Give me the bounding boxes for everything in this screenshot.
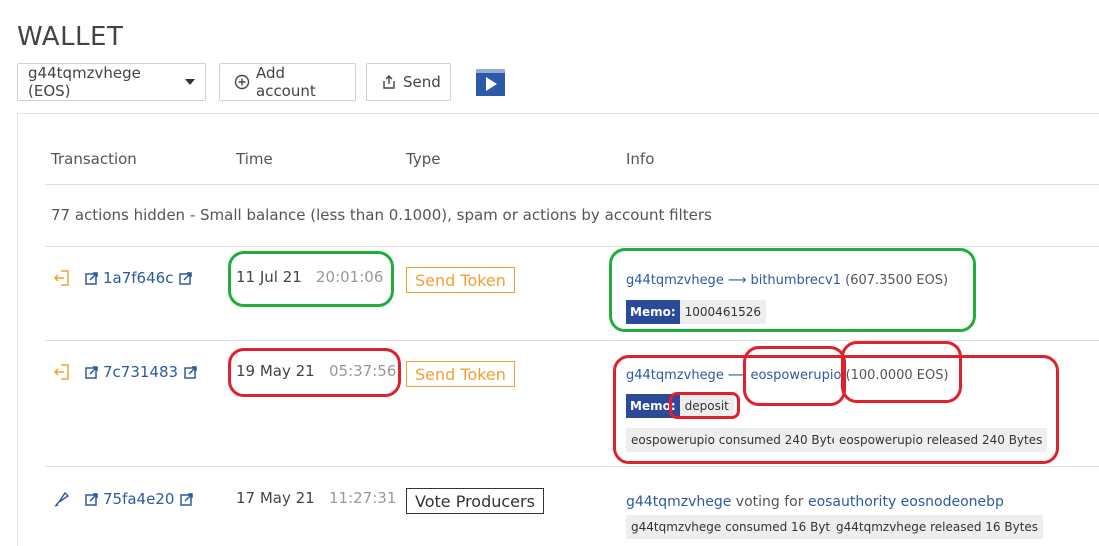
content-border [17, 113, 18, 546]
plus-circle-icon [234, 74, 250, 90]
column-header-time: Time [236, 150, 273, 168]
type-badge: Send Token [406, 361, 515, 387]
transaction-link[interactable]: 7c731483 [85, 363, 197, 381]
column-header-transaction: Transaction [51, 150, 137, 168]
transaction-id: 7c731483 [103, 363, 179, 381]
external-link-icon [85, 271, 98, 285]
voter-account-link[interactable]: g44tqmzvhege [626, 494, 731, 510]
voting-text: voting for [735, 494, 804, 510]
external-link-icon[interactable] [179, 271, 193, 285]
annotation-outline-red [841, 341, 962, 403]
transaction-id: 75fa4e20 [103, 490, 175, 508]
row-divider [45, 466, 1099, 467]
send-label: Send [403, 73, 441, 91]
row-divider [45, 246, 1099, 247]
wallet-toolbar: g44tqmzvhege (EOS) Add account Send [17, 63, 451, 101]
external-link-icon[interactable] [184, 365, 197, 379]
annotation-outline-green [609, 248, 976, 332]
send-out-icon [53, 363, 71, 381]
type-badge: Vote Producers [406, 488, 544, 514]
transaction-id: 1a7f646c [103, 269, 174, 287]
send-out-icon [53, 269, 71, 287]
play-icon[interactable] [476, 69, 505, 96]
producer-links[interactable]: eosauthority eosnodeonebp [808, 494, 1004, 510]
column-header-type: Type [406, 150, 441, 168]
send-button[interactable]: Send [366, 63, 451, 101]
annotation-outline-red [228, 348, 401, 397]
resource-chip: g44tqmzvhege consumed 16 Bytes [626, 515, 849, 539]
add-account-label: Add account [256, 64, 316, 100]
chevron-down-icon [185, 79, 195, 85]
transaction-time: 11:27:31 [329, 489, 397, 507]
annotation-outline-green [228, 251, 394, 307]
type-badge: Send Token [406, 267, 515, 293]
resource-chip: g44tqmzvhege released 16 Bytes [831, 515, 1044, 539]
account-select-value: g44tqmzvhege (EOS) [28, 64, 141, 100]
annotation-outline-red [743, 346, 846, 406]
hidden-actions-note: 77 actions hidden - Small balance (less … [51, 206, 712, 224]
account-select[interactable]: g44tqmzvhege (EOS) [17, 63, 206, 101]
external-link-icon [85, 365, 98, 379]
add-account-button[interactable]: Add account [219, 63, 356, 101]
transaction-date: 17 May 21 [236, 489, 315, 507]
vote-icon [53, 490, 71, 508]
transaction-link[interactable]: 75fa4e20 [85, 490, 194, 508]
external-link-icon [85, 492, 98, 506]
page-title: WALLET [17, 22, 124, 52]
annotation-outline-red [669, 392, 740, 419]
vote-info: g44tqmzvhege voting for eosauthority eos… [626, 494, 1004, 510]
share-icon [381, 74, 397, 90]
header-divider [45, 184, 1099, 185]
external-link-icon[interactable] [180, 492, 194, 506]
column-header-info: Info [626, 150, 655, 168]
transaction-link[interactable]: 1a7f646c [85, 269, 193, 287]
content-divider [17, 113, 1099, 114]
